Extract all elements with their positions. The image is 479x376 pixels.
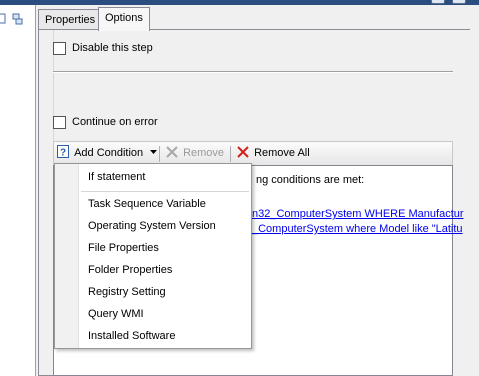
tab-options[interactable]: Options — [98, 7, 150, 31]
menu-item-folder-properties[interactable]: Folder Properties — [88, 261, 172, 279]
menu-icon-gutter — [55, 164, 79, 348]
continue-on-error-checkbox-box[interactable] — [53, 115, 66, 129]
add-condition-button[interactable]: ? Add Condition — [57, 145, 158, 163]
disable-step-checkbox[interactable]: Disable this step — [53, 41, 153, 57]
tab-properties[interactable]: Properties — [38, 9, 103, 31]
remove-label: Remove — [183, 147, 225, 159]
conditions-header: ng conditions are met: — [256, 174, 365, 186]
continue-on-error-label: Continue on error — [72, 116, 158, 128]
menu-item-installed-software[interactable]: Installed Software — [88, 327, 175, 345]
toolbar-separator — [159, 146, 160, 162]
remove-all-label: Remove All — [254, 147, 310, 159]
close-title-button[interactable] — [452, 0, 466, 4]
menu-item-query-wmi[interactable]: Query WMI — [88, 305, 144, 323]
remove-button[interactable]: Remove — [166, 145, 224, 163]
menu-item-task-sequence-variable[interactable]: Task Sequence Variable — [88, 195, 206, 213]
conditions-toolbar: ? Add Condition Remove Remove All — [53, 141, 453, 165]
remove-all-button[interactable]: Remove All — [237, 145, 310, 163]
remove-all-x-icon — [237, 146, 249, 158]
menu-item-registry-setting[interactable]: Registry Setting — [88, 283, 166, 301]
menu-separator — [81, 191, 249, 192]
disable-step-label: Disable this step — [72, 42, 153, 54]
disable-step-checkbox-box[interactable] — [53, 41, 66, 55]
divider — [53, 71, 453, 73]
dropdown-arrow-icon — [150, 150, 158, 154]
add-condition-label: Add Condition — [74, 147, 144, 159]
move-icon[interactable] — [12, 13, 24, 25]
menu-item-file-properties[interactable]: File Properties — [88, 239, 159, 257]
toolbar-separator — [230, 146, 231, 162]
help-icon: ? — [57, 145, 69, 159]
copy-icon[interactable] — [0, 13, 8, 25]
continue-on-error-checkbox[interactable]: Continue on error — [53, 115, 158, 131]
left-tree-pane — [0, 5, 36, 376]
svg-text:?: ? — [60, 148, 66, 159]
condition-link-model[interactable]: _ComputerSystem where Model like "Latitu — [252, 223, 463, 235]
menu-item-operating-system-version[interactable]: Operating System Version — [88, 217, 216, 235]
window-title-bar — [0, 0, 479, 5]
menu-item-if-statement[interactable]: If statement — [88, 168, 145, 186]
remove-x-icon — [166, 146, 178, 158]
help-title-button[interactable] — [431, 0, 445, 4]
add-condition-menu: If statement Task Sequence Variable Oper… — [54, 163, 252, 349]
condition-link-manufacturer[interactable]: n32_ComputerSystem WHERE Manufactur — [252, 208, 464, 220]
